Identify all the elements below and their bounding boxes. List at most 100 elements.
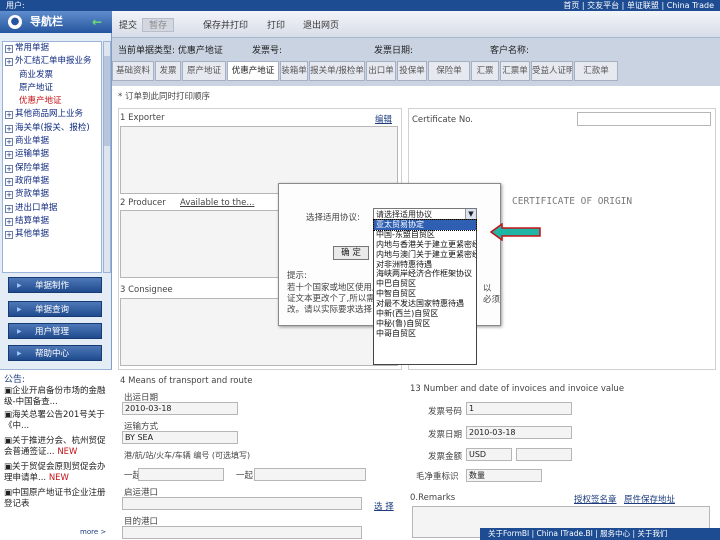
to-label: 一起 <box>236 471 254 481</box>
news-item[interactable]: ▣中国原产地证书企业注册登记表 <box>4 488 108 509</box>
from-input[interactable] <box>138 468 224 481</box>
pointer-arrow-icon <box>490 223 541 241</box>
tab[interactable]: 受益人证明 <box>531 61 573 81</box>
tab[interactable]: 装箱单 <box>280 61 308 81</box>
dest-port-input[interactable] <box>122 526 362 539</box>
tab[interactable]: 出口单 <box>366 61 396 81</box>
nav-item[interactable]: 原产地证 <box>3 82 101 95</box>
certificate-no-input[interactable] <box>577 112 711 126</box>
tab[interactable]: 基础资料 <box>112 61 154 81</box>
consignee-label: 3 Consignee <box>120 285 173 295</box>
ok-button[interactable]: 确 定 <box>333 246 369 260</box>
expand-icon[interactable]: + <box>5 138 13 147</box>
expand-icon[interactable]: + <box>5 177 13 186</box>
nav-button-query[interactable]: 单据查询 <box>8 301 102 318</box>
nav-item[interactable]: + 进出口单据 <box>3 202 101 215</box>
tab[interactable]: 保险单 <box>428 61 470 81</box>
nav-title: 导航栏 <box>30 15 63 28</box>
print-button[interactable]: 打印 <box>260 18 292 32</box>
expand-icon[interactable]: + <box>5 151 13 160</box>
dropdown-option[interactable]: 中秘(鲁)自贸区 <box>374 319 476 329</box>
agreement-select-value: 请选择适用协议 <box>376 210 432 219</box>
save-print-button[interactable]: 保存并打印 <box>196 18 255 32</box>
tab[interactable]: 汇票 <box>471 61 499 81</box>
nav-item[interactable]: + 外汇结汇单申报业务 <box>3 55 101 68</box>
tab[interactable]: 报关单/报检单 <box>309 61 365 81</box>
tab[interactable]: 汇票单 <box>500 61 530 81</box>
scrollbar-thumb[interactable] <box>104 56 110 146</box>
dropdown-option[interactable]: 亚太贸易协定 <box>373 219 477 231</box>
nav-item[interactable]: + 政府单据 <box>3 175 101 188</box>
news-item[interactable]: ▣关于贸促会原则贸促会办理申请单... NEW <box>4 462 108 483</box>
dropdown-option[interactable]: 中智自贸区 <box>374 289 476 299</box>
tab[interactable]: 投保单 <box>397 61 427 81</box>
choose-port-link[interactable]: 选 择 <box>374 500 394 512</box>
tab[interactable]: 发票 <box>155 61 181 81</box>
nav-item[interactable]: 商业发票 <box>3 69 101 82</box>
nav-button-user[interactable]: 用户管理 <box>8 323 102 340</box>
depart-date-input[interactable]: 2010-03-18 <box>122 402 238 415</box>
nav-item[interactable]: + 结算单据 <box>3 215 101 228</box>
nav-item[interactable]: + 商业单据 <box>3 135 101 148</box>
unit-select[interactable]: 数量 <box>466 469 542 482</box>
dropdown-option[interactable]: 内地与香港关于建立更紧密经贸关系的安排 <box>374 240 476 250</box>
ship-mode-select[interactable]: BY SEA <box>122 431 238 444</box>
dropdown-option[interactable]: 中哥自贸区 <box>374 329 476 339</box>
back-arrow-icon[interactable]: ← <box>92 11 102 33</box>
invoice-no-label: 发票号: <box>252 46 283 56</box>
expand-icon[interactable]: + <box>5 124 13 133</box>
nav-item[interactable]: 优惠产地证 <box>3 95 101 108</box>
expand-icon[interactable]: + <box>5 58 13 67</box>
nav-item[interactable]: + 运输单据 <box>3 148 101 161</box>
dropdown-option[interactable]: 对最不发达国家特惠待遇 <box>374 299 476 309</box>
expand-icon[interactable]: + <box>5 231 13 240</box>
dropdown-option[interactable]: 内地与澳门关于建立更紧密经贸关系的安排 <box>374 250 476 260</box>
tab[interactable]: 优惠产地证 <box>227 61 279 81</box>
amount-input[interactable] <box>516 448 572 461</box>
producer-note-link[interactable]: Available to the... <box>180 198 254 208</box>
submit-button[interactable]: 提交 <box>112 18 144 32</box>
currency-select[interactable]: USD <box>466 448 512 461</box>
news-item[interactable]: ▣海关总署公告201号关于《中... <box>4 410 108 431</box>
inv-date-input[interactable]: 2010-03-18 <box>466 426 572 439</box>
inv-no-input[interactable]: 1 <box>466 402 572 415</box>
nav-item[interactable]: + 保险单据 <box>3 162 101 175</box>
nav-item-label: 原产地证 <box>19 82 54 93</box>
dropdown-option[interactable]: 海峡两岸经济合作框架协议 <box>374 269 476 279</box>
to-input[interactable] <box>254 468 366 481</box>
expand-icon[interactable]: + <box>5 164 13 173</box>
expand-icon[interactable]: + <box>5 111 13 120</box>
nav-button-help[interactable]: 帮助中心 <box>8 345 102 362</box>
expand-icon[interactable]: + <box>5 191 13 200</box>
news-item[interactable]: ▣关于推进分会、杭州贸促会普通签证... NEW <box>4 436 108 457</box>
tab[interactable]: 汇款单 <box>574 61 618 81</box>
dropdown-option[interactable]: 中国-东盟自贸区 <box>374 230 476 240</box>
dropdown-option[interactable]: 中巴自贸区 <box>374 279 476 289</box>
dropdown-option[interactable]: 对非洲特惠待遇 <box>374 260 476 270</box>
nav-item[interactable]: + 常用单据 <box>3 42 101 55</box>
agreement-dropdown-list[interactable]: 亚太贸易协定中国-东盟自贸区内地与香港关于建立更紧密经贸关系的安排内地与澳门关于… <box>373 219 477 365</box>
nav-item-label: 货款单据 <box>15 189 50 200</box>
tab[interactable]: 原产地证 <box>182 61 226 81</box>
nav-button-make[interactable]: 单据制作 <box>8 277 102 294</box>
exporter-edit-link[interactable]: 编辑 <box>375 113 392 125</box>
news-item[interactable]: ▣企业开启备份市场的金融级-中国备查... <box>4 386 108 407</box>
nav-item[interactable]: + 海关单(报关、报检) <box>3 122 101 135</box>
remarks-link-address[interactable]: 原件保存地址 <box>624 493 675 505</box>
footer-bar[interactable]: 关于FormBI | China ITrade.BI | 服务中心 | 关于我们 <box>480 528 720 540</box>
exporter-label: 1 Exporter <box>120 113 165 123</box>
nav-item[interactable]: + 其他单据 <box>3 228 101 241</box>
remarks-link-signature[interactable]: 授权签名章 <box>574 493 617 505</box>
exit-button[interactable]: 退出网页 <box>296 18 346 32</box>
expand-icon[interactable]: + <box>5 204 13 213</box>
nav-scrollbar[interactable] <box>103 41 111 273</box>
top-bar-links[interactable]: 首页 | 交友平台 | 单证联盟 | China Trade <box>563 0 714 11</box>
expand-icon[interactable]: + <box>5 45 13 53</box>
nav-item[interactable]: + 货款单据 <box>3 188 101 201</box>
news-more-link[interactable]: more > <box>80 528 106 536</box>
save-draft-button[interactable]: 暂存 <box>142 18 175 32</box>
nav-item[interactable]: + 其他商品网上业务 <box>3 108 101 121</box>
expand-icon[interactable]: + <box>5 217 13 226</box>
from-port-input[interactable] <box>122 497 362 510</box>
dropdown-option[interactable]: 中新(西兰)自贸区 <box>374 309 476 319</box>
